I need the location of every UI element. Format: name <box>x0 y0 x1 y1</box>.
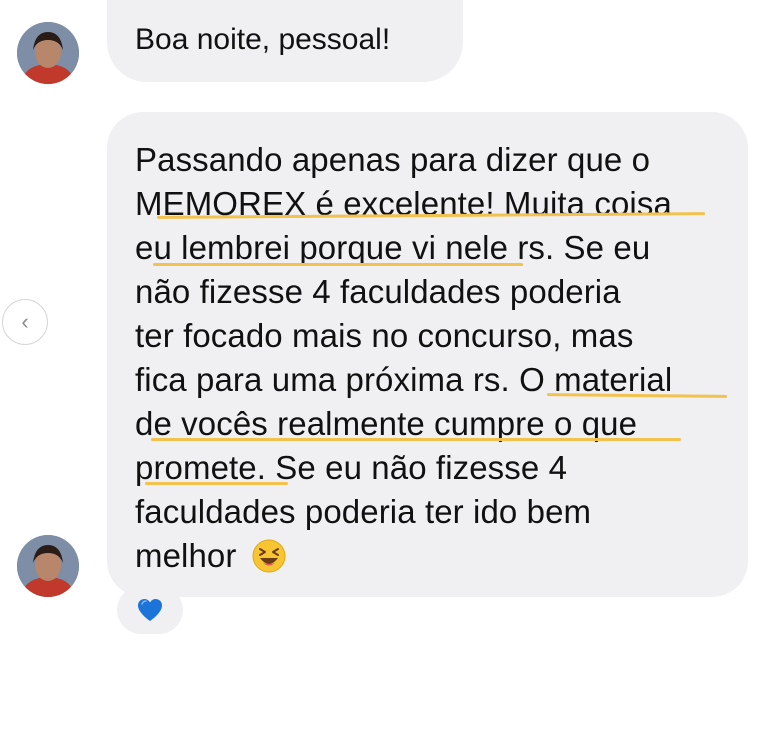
reaction-badge[interactable] <box>117 586 183 634</box>
sender-avatar[interactable] <box>17 535 79 597</box>
chevron-left-icon[interactable]: ‹ <box>2 299 48 345</box>
highlight-underline <box>145 482 288 485</box>
avatar-photo-icon <box>17 22 79 84</box>
message-text: Boa noite, pessoal! <box>135 23 391 56</box>
message-line: não fizesse 4 faculdades poderia <box>135 273 621 310</box>
sender-avatar[interactable] <box>17 22 79 84</box>
message-bubble-greeting: Boa noite, pessoal! <box>107 0 463 82</box>
avatar-photo-icon <box>17 535 79 597</box>
message-line: melhor <box>135 537 237 574</box>
back-glyph: ‹ <box>21 309 29 334</box>
blue-heart-icon <box>138 599 162 621</box>
highlight-underline <box>153 263 523 266</box>
message-line: MEMOREX é excelente! Muita coisa <box>135 185 672 222</box>
laughing-squint-emoji-icon <box>252 539 286 573</box>
message-bubble-main: Passando apenas para dizer que o MEMOREX… <box>107 112 748 597</box>
message-line-last: melhor <box>135 534 286 578</box>
highlight-underline <box>151 438 681 441</box>
message-line: faculdades poderia ter ido bem <box>135 493 592 530</box>
message-line: Passando apenas para dizer que o <box>135 141 651 178</box>
message-line: ter focado mais no concurso, mas <box>135 317 634 354</box>
